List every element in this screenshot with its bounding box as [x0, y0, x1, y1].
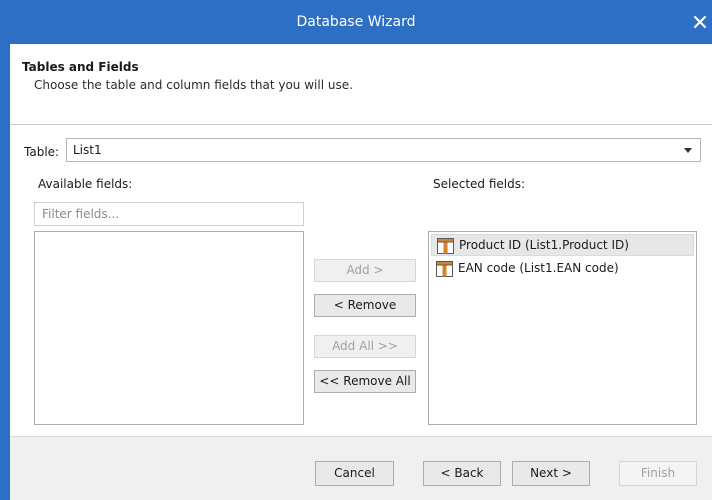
selected-fields-list[interactable]: Product ID (List1.Product ID) EAN code (… — [428, 231, 697, 425]
chevron-down-icon — [684, 148, 692, 153]
add-all-button[interactable]: Add All >> — [314, 335, 416, 358]
table-field-icon — [436, 261, 453, 277]
list-item-label: EAN code (List1.EAN code) — [458, 261, 619, 275]
close-icon — [693, 15, 707, 29]
table-dropdown-value: List1 — [73, 143, 102, 157]
table-dropdown[interactable]: List1 — [66, 138, 701, 162]
available-fields-label: Available fields: — [38, 177, 133, 191]
list-item[interactable]: Product ID (List1.Product ID) — [431, 234, 694, 256]
available-fields-list[interactable] — [34, 231, 304, 425]
table-field-icon — [437, 238, 454, 254]
list-item[interactable]: EAN code (List1.EAN code) — [431, 258, 694, 280]
table-label: Table: — [24, 145, 60, 159]
window-border — [0, 44, 10, 500]
window-title: Database Wizard — [296, 14, 416, 30]
add-button[interactable]: Add > — [314, 259, 416, 282]
selected-fields-label: Selected fields: — [433, 177, 526, 191]
filter-fields-input[interactable] — [34, 202, 304, 226]
finish-button[interactable]: Finish — [619, 461, 697, 486]
cancel-button[interactable]: Cancel — [315, 461, 394, 486]
page-description: Choose the table and column fields that … — [34, 78, 353, 92]
next-button[interactable]: Next > — [512, 461, 590, 486]
close-button[interactable] — [688, 10, 712, 34]
page-title: Tables and Fields — [22, 60, 139, 74]
list-item-label: Product ID (List1.Product ID) — [459, 238, 629, 252]
back-button[interactable]: < Back — [423, 461, 501, 486]
wizard-header: Tables and Fields Choose the table and c… — [10, 44, 712, 124]
remove-button[interactable]: < Remove — [314, 294, 416, 317]
remove-all-button[interactable]: << Remove All — [314, 370, 416, 393]
